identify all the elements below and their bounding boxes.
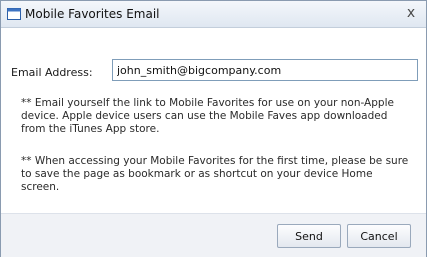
note-email-link: ** Email yourself the link to Mobile Fav… — [21, 97, 394, 135]
dialog-body: Email Address: ** Email yourself the lin… — [5, 46, 422, 213]
title-bar[interactable]: Mobile Favorites Email x — [1, 1, 426, 28]
window-icon — [7, 8, 21, 20]
button-bar: Send Cancel — [1, 213, 426, 257]
cancel-button[interactable]: Cancel — [347, 224, 411, 248]
close-icon[interactable]: x — [404, 6, 418, 20]
dialog-title: Mobile Favorites Email — [25, 7, 160, 21]
note-bookmark: ** When accessing your Mobile Favorites … — [21, 155, 409, 193]
email-field[interactable] — [112, 59, 418, 81]
email-label: Email Address: — [11, 66, 93, 79]
email-dialog: Mobile Favorites Email x Email Address: … — [0, 0, 427, 257]
send-button[interactable]: Send — [277, 224, 341, 248]
